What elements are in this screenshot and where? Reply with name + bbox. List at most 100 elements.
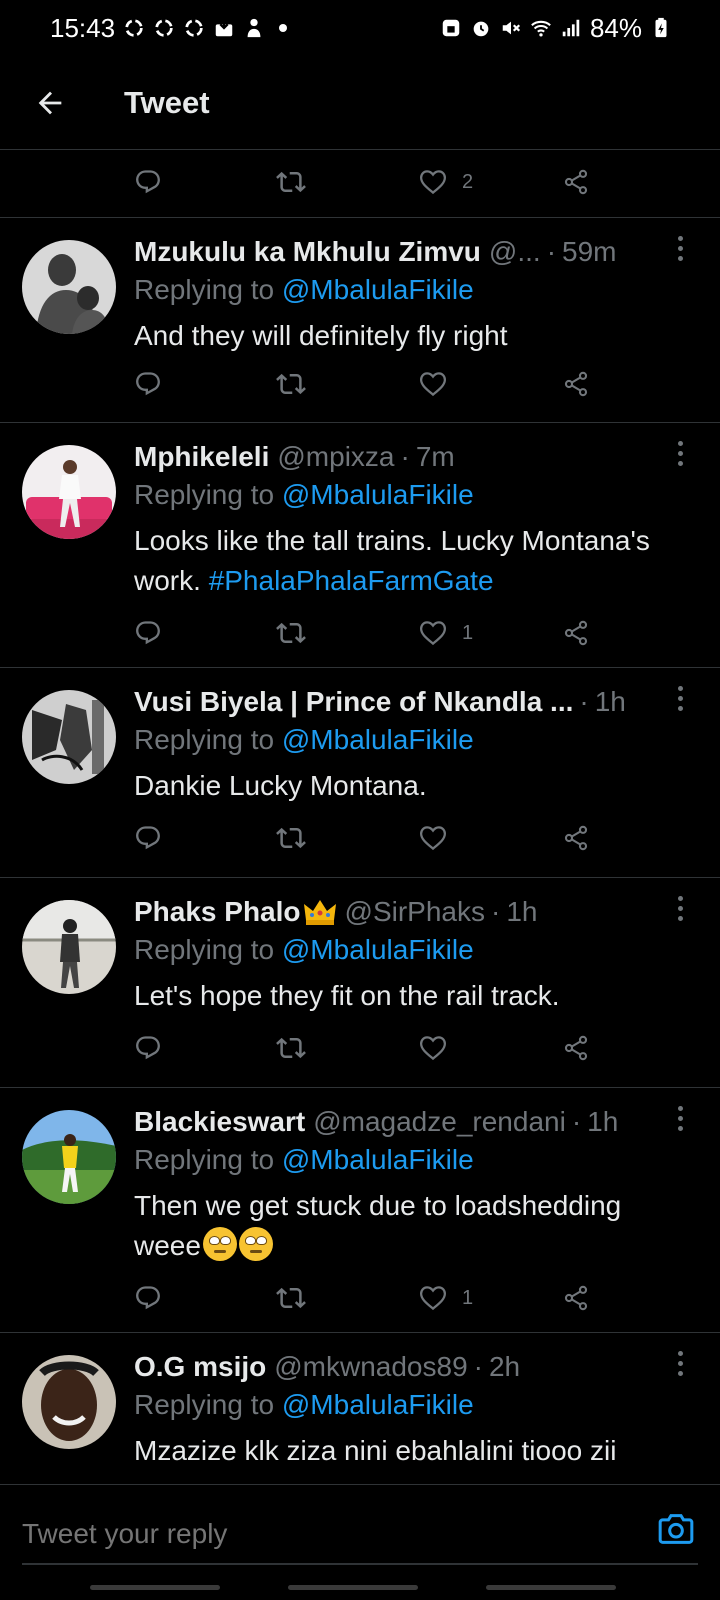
retweet-button[interactable]: [276, 162, 306, 202]
avatar[interactable]: [22, 1110, 116, 1204]
avatar[interactable]: [22, 690, 116, 784]
hashtag-link[interactable]: #PhalaPhalaFarmGate: [209, 565, 494, 596]
share-button[interactable]: [562, 162, 590, 202]
tweet-text: Then we get stuck due to loadshedding we…: [134, 1186, 680, 1266]
separator-dot: ·: [546, 236, 557, 267]
tweet-item[interactable]: Mzukulu ka Mkhulu Zimvu @... · 59m Reply…: [0, 218, 720, 423]
display-name[interactable]: O.G msijo: [134, 1351, 266, 1383]
share-button[interactable]: [562, 1278, 590, 1318]
camera-button[interactable]: [656, 1509, 696, 1549]
reply-button[interactable]: [134, 162, 162, 202]
mention-link[interactable]: @MbalulaFikile: [282, 479, 474, 510]
action-bar: 1: [0, 1278, 720, 1318]
tweet-header: Vusi Biyela | Prince of Nkandla ... · 1h: [134, 682, 650, 722]
more-options-button[interactable]: [676, 896, 684, 926]
reply-icon: [134, 1034, 162, 1062]
avatar[interactable]: [22, 900, 116, 994]
separator-dot: ·: [400, 441, 410, 472]
more-options-button[interactable]: [676, 236, 684, 266]
display-name[interactable]: Blackieswart: [134, 1106, 305, 1138]
reply-icon: [134, 1284, 162, 1312]
avatar-photo: [22, 240, 116, 334]
like-button[interactable]: [418, 364, 462, 404]
heart-icon: [418, 369, 448, 399]
avatar[interactable]: [22, 445, 116, 539]
user-handle[interactable]: @mpixza: [277, 441, 394, 473]
share-button[interactable]: [562, 364, 590, 404]
user-handle[interactable]: @mkwnados89: [274, 1351, 467, 1383]
top-app-bar: Tweet: [0, 56, 720, 150]
reply-input[interactable]: [22, 1513, 622, 1555]
user-handle[interactable]: @magadze_rendani: [313, 1106, 566, 1138]
retweet-button[interactable]: [276, 364, 306, 404]
display-name[interactable]: Mphikeleli: [134, 441, 269, 473]
reply-button[interactable]: [134, 818, 162, 858]
replying-label: Replying to: [134, 1389, 275, 1420]
avatar[interactable]: [22, 1355, 116, 1449]
download-box-icon: [215, 18, 233, 37]
status-bar-left: 15:43: [50, 13, 288, 44]
retweet-button[interactable]: [276, 818, 306, 858]
tweet-text: Mzazize klk ziza nini ebahlalini tiooo z…: [134, 1435, 617, 1466]
tweet-header: Mphikeleli @mpixza · 7m: [134, 437, 650, 477]
like-button[interactable]: [418, 818, 462, 858]
share-button[interactable]: [562, 818, 590, 858]
retweet-button[interactable]: [276, 613, 306, 653]
retweet-button[interactable]: [276, 1278, 306, 1318]
tweet-item[interactable]: Blackieswart @magadze_rendani · 1h Reply…: [0, 1088, 720, 1333]
share-icon: [562, 168, 590, 196]
avatar-photo: [22, 900, 116, 994]
avatar[interactable]: [22, 240, 116, 334]
reply-button[interactable]: [134, 613, 162, 653]
reply-button[interactable]: [134, 1028, 162, 1068]
user-handle[interactable]: @SirPhaks: [345, 896, 485, 928]
mention-link[interactable]: @MbalulaFikile: [282, 274, 474, 305]
mention-link[interactable]: @MbalulaFikile: [282, 724, 474, 755]
display-name[interactable]: Phaks Phalo: [134, 896, 301, 928]
more-options-button[interactable]: [676, 1351, 684, 1381]
tweet-item[interactable]: Vusi Biyela | Prince of Nkandla ... · 1h…: [0, 668, 720, 878]
more-options-button[interactable]: [676, 686, 684, 716]
mention-link[interactable]: @MbalulaFikile: [282, 1144, 474, 1175]
share-icon: [562, 1284, 590, 1312]
reply-button[interactable]: [134, 364, 162, 404]
share-icon: [562, 824, 590, 852]
replying-label: Replying to: [134, 479, 275, 510]
mention-link[interactable]: @MbalulaFikile: [282, 1389, 474, 1420]
replying-to: Replying to @MbalulaFikile: [134, 1389, 474, 1421]
nav-back-button[interactable]: [486, 1585, 616, 1590]
share-button[interactable]: [562, 1028, 590, 1068]
timestamp: 59m: [562, 236, 617, 267]
like-button[interactable]: 1: [418, 1278, 473, 1318]
nav-recents-button[interactable]: [90, 1585, 220, 1590]
like-count: 1: [462, 621, 474, 644]
mention-link[interactable]: @MbalulaFikile: [282, 934, 474, 965]
more-options-button[interactable]: [676, 441, 684, 471]
retweet-icon: [276, 167, 306, 197]
retweet-icon: [276, 618, 306, 648]
share-icon: [562, 370, 590, 398]
tweet-item[interactable]: Phaks Phalo @SirPhaks · 1h Replying to @…: [0, 878, 720, 1088]
like-button[interactable]: 1: [418, 613, 473, 653]
heart-icon: [418, 823, 448, 853]
retweet-button[interactable]: [276, 1028, 306, 1068]
reply-icon: [134, 824, 162, 852]
display-name[interactable]: Vusi Biyela | Prince of Nkandla ...: [134, 686, 573, 718]
page-title: Tweet: [124, 84, 210, 120]
recycle-icon: [125, 19, 143, 37]
like-button[interactable]: 2: [418, 162, 473, 202]
tweet-item[interactable]: O.G msijo @mkwnados89 · 2h Replying to @…: [0, 1333, 720, 1484]
tweet-item[interactable]: Mphikeleli @mpixza · 7m Replying to @Mba…: [0, 423, 720, 668]
reply-button[interactable]: [134, 1278, 162, 1318]
more-options-button[interactable]: [676, 1106, 684, 1136]
like-button[interactable]: [418, 1028, 462, 1068]
display-name[interactable]: Mzukulu ka Mkhulu Zimvu: [134, 236, 481, 268]
separator-dot: ·: [579, 686, 589, 717]
heart-icon: [418, 167, 448, 197]
back-button[interactable]: [20, 73, 80, 133]
nav-home-button[interactable]: [288, 1585, 418, 1590]
share-button[interactable]: [562, 613, 590, 653]
action-bar: 2: [0, 162, 720, 202]
retweet-icon: [276, 1033, 306, 1063]
user-handle[interactable]: @...: [489, 236, 541, 268]
